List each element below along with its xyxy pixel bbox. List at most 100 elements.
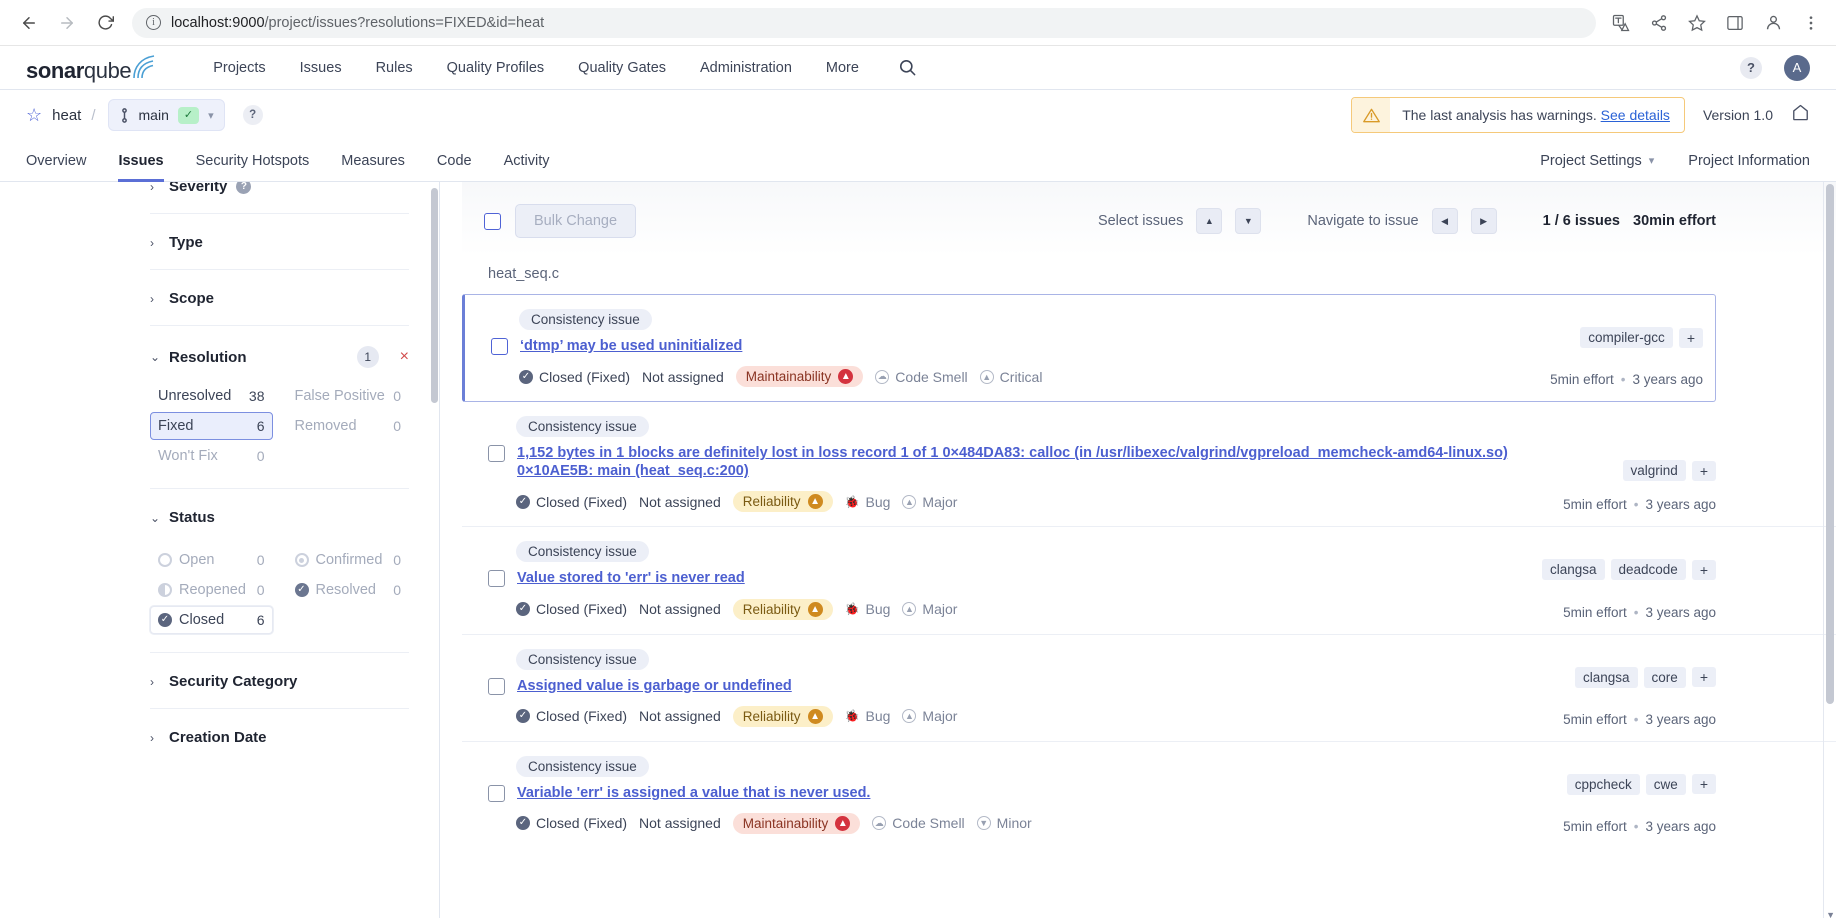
- facet-option-reopened[interactable]: Reopened 0: [150, 576, 273, 604]
- bookmark-star-icon[interactable]: [1686, 12, 1708, 34]
- tab-code[interactable]: Code: [421, 140, 488, 182]
- facet-severity-header[interactable]: › Severity ?: [150, 182, 409, 195]
- issue-status-label: Closed (Fixed): [536, 494, 627, 510]
- project-settings-menu[interactable]: Project Settings ▾: [1540, 153, 1654, 169]
- issue-tag[interactable]: core: [1644, 667, 1686, 688]
- help-icon[interactable]: ?: [236, 182, 251, 194]
- navigate-prev-button[interactable]: ◀: [1432, 208, 1458, 234]
- nav-administration[interactable]: Administration: [683, 46, 809, 90]
- issue-checkbox[interactable]: [491, 338, 508, 355]
- tab-activity[interactable]: Activity: [488, 140, 566, 182]
- facet-option-open[interactable]: Open 0: [150, 546, 273, 574]
- issue-row[interactable]: Consistency issue Value stored to 'err' …: [462, 527, 1836, 634]
- issue-checkbox[interactable]: [488, 678, 505, 695]
- help-icon[interactable]: ?: [1740, 57, 1762, 79]
- share-icon[interactable]: [1648, 12, 1670, 34]
- issue-title-link[interactable]: Assigned value is garbage or undefined: [517, 677, 792, 695]
- nav-quality-gates[interactable]: Quality Gates: [561, 46, 683, 90]
- issue-tag[interactable]: cwe: [1646, 774, 1686, 795]
- issue-tag[interactable]: clangsa: [1575, 667, 1638, 688]
- reload-icon[interactable]: [90, 8, 120, 38]
- facet-security-category-header[interactable]: › Security Category: [150, 673, 409, 690]
- facet-resolution-header[interactable]: ⌄ Resolution 1 ×: [150, 346, 409, 368]
- favorite-star-icon[interactable]: ☆: [26, 105, 42, 126]
- back-arrow-icon[interactable]: [14, 8, 44, 38]
- page-body: › Severity ? › Type › Scope ⌄: [0, 182, 1836, 918]
- facet-option-false-positive[interactable]: False Positive 0: [287, 382, 410, 410]
- facet-option-removed[interactable]: Removed 0: [287, 412, 410, 440]
- nav-quality-profiles[interactable]: Quality Profiles: [430, 46, 562, 90]
- tab-overview[interactable]: Overview: [26, 140, 102, 182]
- facet-option-resolved[interactable]: Resolved 0: [287, 576, 410, 604]
- main-scrollbar[interactable]: [1826, 184, 1834, 704]
- nav-rules[interactable]: Rules: [359, 46, 430, 90]
- select-all-checkbox[interactable]: [484, 213, 501, 230]
- facet-type-header[interactable]: › Type: [150, 234, 409, 251]
- sidepanel-icon[interactable]: [1724, 12, 1746, 34]
- nav-projects[interactable]: Projects: [196, 46, 282, 90]
- profile-icon[interactable]: [1762, 12, 1784, 34]
- add-tag-button[interactable]: +: [1692, 667, 1716, 687]
- issue-tag[interactable]: deadcode: [1611, 559, 1686, 580]
- sonarqube-logo[interactable]: sonarqube: [26, 54, 162, 82]
- project-name[interactable]: heat: [52, 107, 81, 124]
- avatar[interactable]: A: [1784, 55, 1810, 81]
- address-bar[interactable]: i localhost:9000/project/issues?resoluti…: [132, 8, 1596, 38]
- issue-tag[interactable]: cppcheck: [1567, 774, 1640, 795]
- issue-checkbox[interactable]: [488, 785, 505, 802]
- issue-quality-pill: Reliability▲: [733, 706, 833, 727]
- issue-tag[interactable]: clangsa: [1542, 559, 1605, 580]
- add-tag-button[interactable]: +: [1679, 328, 1703, 348]
- issue-tag[interactable]: valgrind: [1623, 460, 1686, 481]
- nav-issues[interactable]: Issues: [283, 46, 359, 90]
- issue-impact-label: Major: [922, 601, 957, 617]
- site-info-icon[interactable]: i: [146, 15, 161, 30]
- issue-checkbox[interactable]: [488, 570, 505, 587]
- tab-issues[interactable]: Issues: [102, 140, 179, 182]
- select-prev-button[interactable]: ▲: [1196, 208, 1222, 234]
- facet-option-closed[interactable]: Closed 6: [150, 606, 273, 634]
- sidebar-scrollbar[interactable]: [431, 188, 438, 403]
- warning-text: The last analysis has warnings.: [1402, 107, 1597, 123]
- scroll-down-arrow-icon[interactable]: ▼: [1826, 910, 1835, 918]
- project-information-link[interactable]: Project Information: [1688, 153, 1810, 169]
- browser-menu-icon[interactable]: [1800, 12, 1822, 34]
- select-next-button[interactable]: ▼: [1235, 208, 1261, 234]
- bulk-change-button[interactable]: Bulk Change: [515, 204, 636, 238]
- facet-option-unresolved[interactable]: Unresolved 38: [150, 382, 273, 410]
- issue-title-link[interactable]: Value stored to 'err' is never read: [517, 569, 745, 587]
- branch-help-icon[interactable]: ?: [243, 105, 263, 125]
- issue-impact: ▲Critical: [980, 369, 1043, 385]
- home-icon[interactable]: [1791, 103, 1810, 127]
- add-tag-button[interactable]: +: [1692, 560, 1716, 580]
- facet-title: Security Category: [169, 673, 297, 690]
- facet-creation-date-header[interactable]: › Creation Date: [150, 729, 409, 746]
- issue-row[interactable]: Consistency issue ‘dtmp’ may be used uni…: [462, 294, 1716, 402]
- translate-icon[interactable]: [1610, 12, 1632, 34]
- issue-row[interactable]: Consistency issue 1,152 bytes in 1 block…: [462, 402, 1836, 527]
- facet-status-header[interactable]: ⌄ Status: [150, 509, 409, 526]
- issue-row[interactable]: Consistency issue Assigned value is garb…: [462, 635, 1836, 742]
- add-tag-button[interactable]: +: [1692, 774, 1716, 794]
- facet-option-fixed[interactable]: Fixed 6: [150, 412, 273, 440]
- issue-tag[interactable]: compiler-gcc: [1580, 327, 1673, 348]
- see-details-link[interactable]: See details: [1601, 107, 1670, 123]
- facet-scope-header[interactable]: › Scope: [150, 290, 409, 307]
- facet-option-wont-fix[interactable]: Won't Fix 0: [150, 442, 273, 470]
- search-icon[interactable]: [898, 58, 917, 77]
- chevron-right-icon: ›: [150, 675, 160, 689]
- issue-title-link[interactable]: ‘dtmp’ may be used uninitialized: [520, 337, 742, 355]
- issue-checkbox[interactable]: [488, 445, 505, 462]
- add-tag-button[interactable]: +: [1692, 461, 1716, 481]
- forward-arrow-icon[interactable]: [52, 8, 82, 38]
- tab-security-hotspots[interactable]: Security Hotspots: [180, 140, 326, 182]
- facet-option-confirmed[interactable]: Confirmed 0: [287, 546, 410, 574]
- navigate-next-button[interactable]: ▶: [1471, 208, 1497, 234]
- issue-title-link[interactable]: Variable 'err' is assigned a value that …: [517, 784, 870, 802]
- issue-title-link[interactable]: 1,152 bytes in 1 blocks are definitely l…: [517, 444, 1552, 480]
- issue-row[interactable]: Consistency issue Variable 'err' is assi…: [462, 742, 1836, 848]
- clear-filter-icon[interactable]: ×: [400, 349, 409, 365]
- tab-measures[interactable]: Measures: [325, 140, 421, 182]
- nav-more[interactable]: More: [809, 46, 876, 90]
- branch-selector[interactable]: main ✓ ▾: [108, 99, 225, 131]
